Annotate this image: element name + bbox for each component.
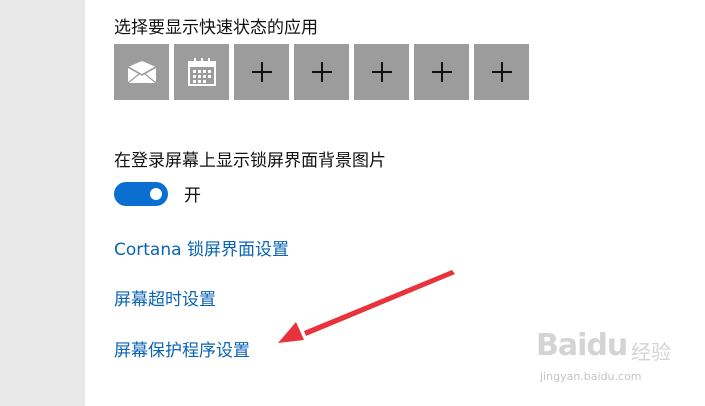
toggle-state-label: 开 xyxy=(184,186,201,206)
quick-status-title: 选择要显示快速状态的应用 xyxy=(114,18,318,38)
watermark-sub: 经验 xyxy=(631,340,671,364)
cortana-lock-screen-settings-link[interactable]: Cortana 锁屏界面设置 xyxy=(114,235,289,260)
calendar-icon xyxy=(187,58,216,86)
navigation-pane-edge xyxy=(0,0,85,406)
lock-background-toggle-row: 开 xyxy=(114,181,201,206)
mail-icon xyxy=(127,61,156,84)
watermark-url: jingyan.baidu.com xyxy=(540,370,642,383)
tile-add-app-5[interactable] xyxy=(474,44,529,100)
quick-status-tiles xyxy=(114,44,529,100)
plus-icon xyxy=(251,62,272,82)
screen-timeout-settings-link[interactable]: 屏幕超时设置 xyxy=(114,285,216,310)
plus-icon xyxy=(431,62,452,82)
plus-icon xyxy=(491,62,512,82)
screen-saver-settings-link[interactable]: 屏幕保护程序设置 xyxy=(114,336,250,361)
watermark-brand: Baidu xyxy=(536,328,628,363)
toggle-knob xyxy=(150,187,162,200)
plus-icon xyxy=(311,62,332,82)
tile-add-app-4[interactable] xyxy=(414,44,469,100)
lock-background-title: 在登录屏幕上显示锁屏界面背景图片 xyxy=(114,151,386,171)
baidu-watermark: Baidu 经验 jingyan.baidu.com xyxy=(536,320,686,390)
tile-mail[interactable] xyxy=(114,44,169,100)
tile-calendar[interactable] xyxy=(174,44,229,100)
tile-add-app-2[interactable] xyxy=(294,44,349,100)
tile-add-app-3[interactable] xyxy=(354,44,409,100)
lock-background-toggle[interactable] xyxy=(114,181,168,206)
plus-icon xyxy=(371,62,392,82)
tile-add-app-1[interactable] xyxy=(234,44,289,100)
